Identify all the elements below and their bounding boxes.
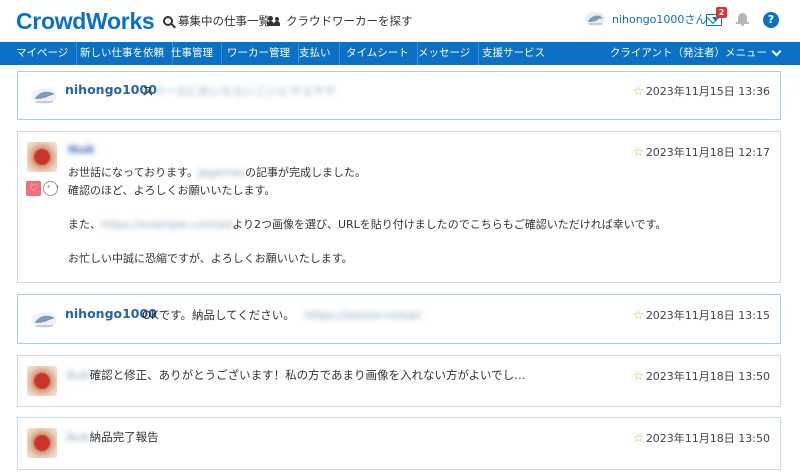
client-menu[interactable]: クライアント（発注者）メニュー [609, 42, 782, 65]
help-icon[interactable]: ? [763, 12, 779, 28]
timestamp-text: 2023年11月18日 13:15 [645, 309, 770, 322]
sender-avatar [27, 428, 57, 458]
nav-item-new-job[interactable]: 新しい仕事を依頼 [72, 42, 173, 65]
sender-avatar [31, 312, 57, 328]
reaction-buttons: ♡ ・・ [26, 181, 62, 196]
message-preview: OKです。納品してください。 https://senior-roman [142, 307, 422, 323]
nav-item-worker-management[interactable]: ワーカー管理 [219, 42, 299, 65]
nav-item-messages[interactable]: メッセージ [410, 42, 480, 65]
message-preview: Ikuk納品完了報告 [66, 429, 159, 445]
message-item[interactable]: Ikuk確認と修正、ありがとうございます！私の方であまり画像を入れない方がよいで… [17, 355, 781, 407]
message-text: お世話になっております。 [68, 166, 199, 179]
message-timestamp: ☆ 2023年11月18日 13:50 [633, 430, 770, 446]
top-header: CrowdWorks 募集中の仕事一覧 クラウドワーカーを探す nihongo1… [0, 0, 800, 42]
heart-icon[interactable]: ♡ [26, 181, 41, 196]
user-avatar [585, 12, 605, 26]
sender-name[interactable]: Ikuk [68, 143, 95, 156]
message-text: より2つ画像を選び、URLを貼り付けましたのでこちらもご確認いただければ幸いです… [232, 218, 667, 231]
message-line: お忙しい中誠に恐縮ですが、よろしくお願いいたします。 [68, 252, 353, 265]
message-text: ス [142, 84, 153, 98]
user-name: nihongo1000さん [612, 13, 707, 26]
message-text: また、 [68, 218, 101, 231]
job-search-link[interactable]: 募集中の仕事一覧 [163, 13, 270, 29]
find-workers-label: クラウドワーカーを探す [286, 14, 413, 28]
sender-avatar [31, 88, 57, 104]
message-item[interactable]: Ikuk納品完了報告 ☆ 2023年11月18日 13:50 [17, 417, 781, 470]
timestamp-text: 2023年11月15日 13:36 [645, 85, 770, 98]
search-icon [163, 16, 173, 26]
redacted-text: ペースにおいたらいこいにヤエヤヤ [152, 84, 337, 98]
message-timestamp: ☆ 2023年11月18日 13:50 [633, 368, 770, 384]
star-icon[interactable]: ☆ [633, 85, 644, 97]
sender-avatar [27, 366, 57, 396]
timestamp-text: 2023年11月18日 13:50 [645, 432, 770, 445]
redacted-text: Jagemas [198, 166, 245, 179]
find-workers-link[interactable]: クラウドワーカーを探す [267, 13, 413, 29]
nav-item-mypage[interactable]: マイページ [8, 42, 78, 65]
message-item[interactable]: nihongo1000 スペースにおいたらいこいにヤエヤヤ ☆ 2023年11月… [17, 71, 781, 120]
message-item: ♡ ・・ Ikuk お世話になっております。Jagemasの記事が完成しました。… [17, 131, 781, 283]
client-menu-label: クライアント（発注者）メニュー [609, 47, 767, 59]
face-icon[interactable]: ・・ [43, 181, 62, 196]
main-nav: マイページ 新しい仕事を依頼 仕事管理 ワーカー管理 支払い タイムシート メッ… [0, 42, 800, 65]
message-text: 確認と修正、ありがとうございます！私の方であまり画像を入れない方がよいでし… [89, 368, 526, 382]
message-text: OKです。納品してください。 [142, 308, 295, 322]
timestamp-text: 2023年11月18日 13:50 [645, 370, 770, 383]
message-preview: スペースにおいたらいこいにヤエヤヤ [142, 83, 336, 99]
timestamp-text: 2023年11月18日 12:17 [645, 146, 770, 159]
message-timestamp: ☆ 2023年11月18日 13:15 [633, 307, 770, 323]
users-icon [267, 16, 281, 26]
message-timestamp: ☆ 2023年11月18日 12:17 [633, 144, 770, 160]
bell-icon[interactable] [736, 13, 749, 26]
redacted-link: https://example.com/ad [101, 218, 233, 231]
nav-item-support[interactable]: 支援サービス [474, 42, 553, 65]
nav-item-job-management[interactable]: 仕事管理 [163, 42, 222, 65]
user-menu[interactable]: nihongo1000さん [584, 10, 719, 28]
nav-item-timesheet[interactable]: タイムシート [338, 42, 418, 65]
message-line: 確認のほど、よろしくお願いいたします。 [68, 184, 276, 197]
job-search-label: 募集中の仕事一覧 [178, 14, 270, 28]
redacted-link: https://senior-roman [304, 308, 422, 322]
message-line: また、https://example.com/adより2つ画像を選び、URLを貼… [68, 216, 666, 232]
message-preview: Ikuk確認と修正、ありがとうございます！私の方であまり画像を入れない方がよいで… [66, 367, 526, 383]
message-line: お世話になっております。Jagemasの記事が完成しました。 [68, 164, 366, 180]
star-icon[interactable]: ☆ [633, 309, 644, 321]
mail-count-badge: 2 [716, 7, 727, 18]
star-icon[interactable]: ☆ [633, 432, 644, 444]
sender-avatar [27, 142, 57, 172]
star-icon[interactable]: ☆ [633, 146, 644, 158]
message-text: 納品完了報告 [89, 430, 159, 444]
logo[interactable]: CrowdWorks [16, 8, 155, 35]
message-item[interactable]: nihongo1000 OKです。納品してください。 https://senior… [17, 294, 781, 344]
message-timestamp: ☆ 2023年11月15日 13:36 [633, 83, 770, 99]
sender-name[interactable]: Ikuk [66, 368, 90, 382]
message-text: の記事が完成しました。 [244, 166, 366, 179]
star-icon[interactable]: ☆ [633, 370, 644, 382]
nav-item-payment[interactable]: 支払い [291, 42, 340, 65]
chevron-down-icon [771, 46, 782, 57]
sender-name[interactable]: Ikuk [66, 430, 90, 444]
